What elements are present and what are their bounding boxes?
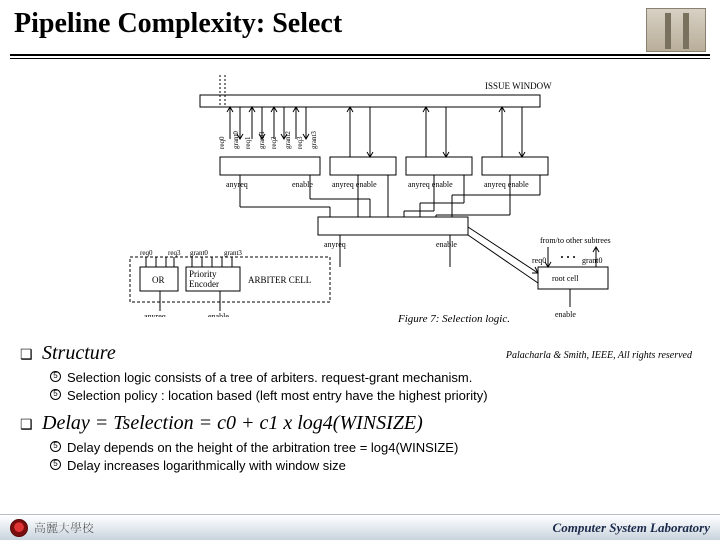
divider-thick: [10, 54, 710, 56]
issue-window-label: ISSUE WINDOW: [485, 81, 552, 91]
pe-line2: Encoder: [189, 279, 219, 289]
content-area: ❑ Structure 5 Selection logic consists o…: [20, 342, 700, 482]
list-item: 5 Selection policy : location based (lef…: [50, 387, 700, 405]
port-label-grant1: grant1: [258, 131, 266, 149]
slide: Pipeline Complexity: Select ISSUE WINDOW: [0, 0, 720, 540]
arb-anyreq-label: anyreq: [144, 312, 166, 317]
list-item: 5 Delay increases logarithmically with w…: [50, 457, 700, 475]
arb-enable-label: enable: [208, 312, 229, 317]
anyreq-enable-label-3: anyreq enable: [484, 180, 529, 189]
bullet-text: Selection policy : location based (left …: [67, 387, 488, 405]
square-bullet-icon: ❑: [20, 416, 34, 433]
bullet-text: Selection logic consists of a tree of ar…: [67, 369, 472, 387]
root-cell-label: root cell: [552, 274, 579, 283]
square-bullet-icon: ❑: [20, 346, 34, 363]
subtree-label: from/to other subtrees: [540, 236, 611, 245]
arb-port-grant0: grant0: [190, 249, 208, 257]
bullet-text: Delay increases logarithmically with win…: [67, 457, 346, 475]
circled-number-icon: 5: [50, 441, 61, 452]
arb-port-req0: req0: [140, 249, 153, 257]
arbiter-cell-label: ARBITER CELL: [248, 275, 311, 285]
anyreq-enable-label-2: anyreq enable: [408, 180, 453, 189]
page-title: Pipeline Complexity: Select: [14, 8, 342, 40]
title-bar: Pipeline Complexity: Select: [0, 0, 720, 54]
port-label-req2: req2: [270, 136, 278, 149]
section-structure: ❑ Structure 5 Selection logic consists o…: [20, 342, 700, 404]
root-enable-label: enable: [555, 310, 576, 317]
root-grant0-label: grant0: [582, 256, 602, 265]
root-req0-label: req0: [532, 256, 546, 265]
circled-number-icon: 5: [50, 459, 61, 470]
port-label-grant0: grant0: [232, 131, 240, 149]
bullet-text: Delay depends on the height of the arbit…: [67, 439, 458, 457]
figure-caption: Figure 7: Selection logic.: [398, 313, 510, 325]
anyreq-label-0: anyreq: [226, 180, 248, 189]
lab-name: Computer System Laboratory: [553, 520, 710, 536]
arb-port-grant3: grant3: [224, 249, 242, 257]
footer-bar: 高麗大學校 Computer System Laboratory: [0, 514, 720, 540]
circled-number-icon: 5: [50, 389, 61, 400]
port-label-grant2: grant2: [284, 131, 292, 149]
port-label-req3: req3: [296, 136, 304, 149]
combine-enable-label: enable: [436, 240, 457, 249]
port-label-grant3: grant3: [310, 131, 318, 149]
building-photo-icon: [646, 8, 706, 52]
anyreq-enable-label-1: anyreq enable: [332, 180, 377, 189]
combine-anyreq-label: anyreq: [324, 240, 346, 249]
list-item: 5 Selection logic consists of a tree of …: [50, 369, 700, 387]
selection-logic-figure: ISSUE WINDOW: [70, 67, 650, 317]
university-name: 高麗大學校: [34, 519, 94, 536]
divider-thin: [10, 58, 710, 59]
pe-line1: Priority: [189, 269, 217, 279]
port-label-req1: req1: [244, 136, 252, 149]
section-heading-structure: Structure: [42, 342, 116, 365]
section-delay: ❑ Delay = Tselection = c0 + c1 x log4(WI…: [20, 412, 700, 474]
section-heading-delay: Delay = Tselection = c0 + c1 x log4(WINS…: [42, 412, 423, 435]
or-box-label: OR: [152, 275, 165, 285]
list-item: 5 Delay depends on the height of the arb…: [50, 439, 700, 457]
footer-left: 高麗大學校: [10, 519, 94, 537]
circled-number-icon: 5: [50, 371, 61, 382]
port-label-req0: req0: [218, 136, 226, 149]
university-logo-icon: [10, 519, 28, 537]
arb-port-req3: req3: [168, 249, 181, 257]
